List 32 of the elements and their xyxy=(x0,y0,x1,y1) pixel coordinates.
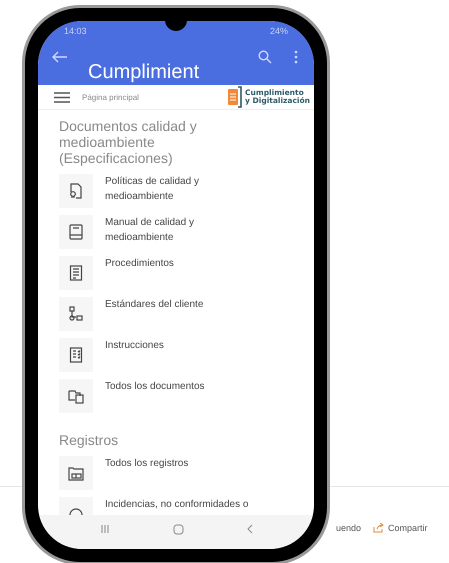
more-options-icon[interactable] xyxy=(294,50,298,64)
menu-item-label[interactable]: Instrucciones xyxy=(105,338,230,353)
document-icon[interactable] xyxy=(59,256,93,290)
battery-level: 24% xyxy=(270,26,288,36)
home-icon[interactable] xyxy=(172,524,184,534)
app-title: Cumplimient xyxy=(88,61,200,83)
certificate-icon[interactable] xyxy=(59,174,93,208)
footer-link[interactable]: uendo xyxy=(336,523,362,533)
camera-notch xyxy=(165,21,187,31)
section-heading: Registros xyxy=(59,432,120,448)
checklist-icon[interactable] xyxy=(59,338,93,372)
folder-icon[interactable] xyxy=(59,456,93,490)
page-title[interactable]: Página principal xyxy=(82,92,139,102)
recent-apps-icon[interactable] xyxy=(100,524,110,534)
section-heading: Documentos calidad y medioambiente (Especificaciones) xyxy=(59,118,198,166)
search-icon[interactable] xyxy=(258,50,272,64)
menu-item-label[interactable]: Procedimientos xyxy=(105,256,230,271)
book-icon[interactable] xyxy=(59,215,93,249)
logo-icon xyxy=(227,86,244,108)
menu-item-label[interactable]: Manual de calidad y medioambiente xyxy=(105,215,230,245)
status-time: 14:03 xyxy=(64,26,87,36)
files-icon[interactable] xyxy=(59,379,93,413)
share-link[interactable]: Compartir xyxy=(373,523,428,533)
menu-item-label[interactable]: Estándares del cliente xyxy=(105,297,230,312)
menu-icon[interactable] xyxy=(54,92,70,102)
menu-item-label[interactable]: Todos los documentos xyxy=(105,379,230,394)
back-icon[interactable] xyxy=(246,524,252,534)
hierarchy-icon[interactable] xyxy=(59,297,93,331)
menu-item-label[interactable]: Incidencias, no conformidades o xyxy=(105,497,295,512)
menu-item-label[interactable]: Políticas de calidad y medioambiente xyxy=(105,174,230,204)
share-icon[interactable] xyxy=(373,523,384,533)
menu-item-label[interactable]: Todos los registros xyxy=(105,456,230,471)
